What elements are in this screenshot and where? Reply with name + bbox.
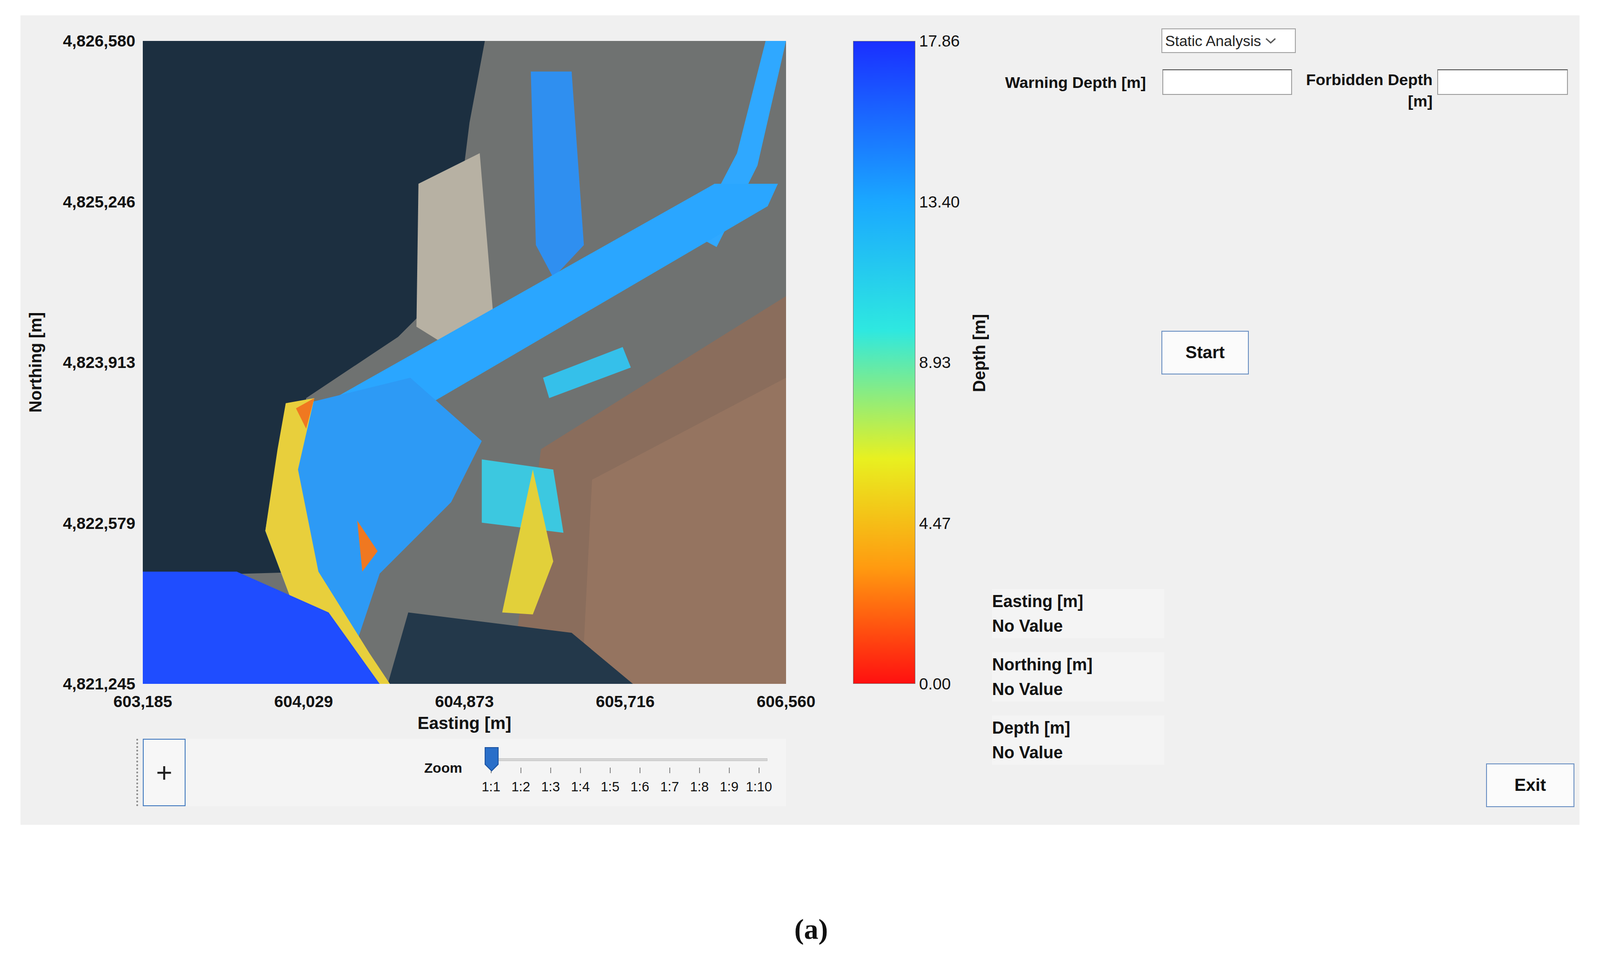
y-tick: 4,823,913 (62, 350, 136, 375)
toolbar: + Zoom 1:11:21:31:41:51:61:71:81:91:10 (142, 738, 787, 807)
exit-button[interactable]: Exit (1486, 763, 1575, 807)
readout-value: No Value (992, 740, 1165, 765)
toolbar-grip[interactable] (136, 738, 139, 807)
colorbar-tick: 17.86 (919, 28, 960, 54)
zoom-tick: 1:10 (744, 776, 774, 798)
map-image (142, 40, 787, 684)
colorbar-tick: 8.93 (919, 350, 951, 375)
y-tick: 4,826,580 (62, 28, 136, 54)
readout: Northing [m]No Value (992, 652, 1165, 716)
readout-label: Depth [m] (992, 715, 1165, 740)
zoom-tick-mark (714, 767, 745, 774)
readout-label: Northing [m] (992, 652, 1165, 677)
x-tick: 604,873 (434, 689, 494, 714)
add-button[interactable]: + (142, 738, 186, 807)
y-axis-title: Northing [m] (20, 40, 52, 684)
zoom-tick-mark (565, 767, 596, 774)
x-tick: 603,185 (113, 689, 173, 714)
zoom-tick: 1:1 (476, 776, 507, 798)
y-tick: 4,825,246 (62, 189, 136, 214)
readout: Easting [m]No Value (992, 588, 1165, 653)
zoom-tick-mark (535, 767, 566, 774)
zoom-label: Zoom (424, 757, 463, 779)
colorbar-tick: 4.47 (919, 510, 951, 536)
zoom-tick: 1:7 (654, 776, 685, 798)
zoom-slider[interactable]: 1:11:21:31:41:51:61:71:81:91:10 (476, 738, 774, 798)
zoom-tick-mark (654, 767, 685, 774)
zoom-tick: 1:3 (535, 776, 566, 798)
zoom-tick-mark (595, 767, 626, 774)
readout: Depth [m]No Value (992, 715, 1165, 779)
forbidden-depth-label: Forbidden Depth [m] (1296, 69, 1433, 113)
bathymetry-map[interactable] (142, 40, 787, 684)
y-tick: 4,822,579 (62, 510, 136, 536)
colorbar-tick: 13.40 (919, 189, 960, 214)
zoom-tick: 1:9 (714, 776, 745, 798)
warning-depth-input[interactable] (1162, 69, 1293, 95)
readout-value: No Value (992, 613, 1165, 639)
zoom-tick-mark (744, 767, 774, 774)
mode-dropdown[interactable]: Static Analysis (1161, 28, 1296, 54)
zoom-tick: 1:8 (684, 776, 715, 798)
zoom-tick: 1:4 (565, 776, 596, 798)
figure-caption: (a) (0, 907, 1600, 951)
y-axis-ticks: 4,826,5804,825,2464,823,9134,822,5794,82… (51, 40, 143, 684)
zoom-track[interactable] (486, 758, 768, 761)
zoom-tick-mark (625, 767, 655, 774)
plot-section: Northing [m] 4,826,580 4,825,246 4,823,913… (20, 15, 993, 825)
readout-value: No Value (992, 676, 1165, 702)
zoom-tick: 1:6 (625, 776, 655, 798)
readout-label: Easting [m] (992, 588, 1165, 614)
colorbar-ticks: 17.8613.408.934.470.00 (915, 40, 967, 684)
x-axis-title: Easting [m] (142, 711, 787, 735)
warning-depth-label: Warning Depth [m] (1005, 69, 1159, 94)
x-tick: 604,029 (273, 689, 334, 714)
zoom-tick: 1:5 (595, 776, 626, 798)
colorbar (853, 40, 916, 684)
control-panel: Static Analysis Warning Depth [m] Forbid… (992, 15, 1580, 825)
colorbar-tick: 0.00 (919, 671, 951, 697)
zoom-tick-mark (506, 767, 536, 774)
colorbar-title: Depth [m] (966, 40, 993, 684)
zoom-tick: 1:2 (506, 776, 536, 798)
forbidden-depth-input[interactable] (1437, 69, 1568, 95)
app-window: Northing [m] 4,826,580 4,825,246 4,823,913… (20, 15, 1580, 825)
readouts: Easting [m]No ValueNorthing [m]No ValueD… (992, 588, 1165, 779)
x-tick: 605,716 (595, 689, 655, 714)
x-axis-ticks: 603,185604,029604,873605,716606,560 (142, 689, 787, 712)
x-tick: 606,560 (756, 689, 816, 714)
chevron-down-icon (1264, 37, 1277, 45)
zoom-tick-mark (684, 767, 715, 774)
start-button[interactable]: Start (1161, 330, 1249, 375)
zoom-thumb[interactable] (484, 746, 500, 772)
